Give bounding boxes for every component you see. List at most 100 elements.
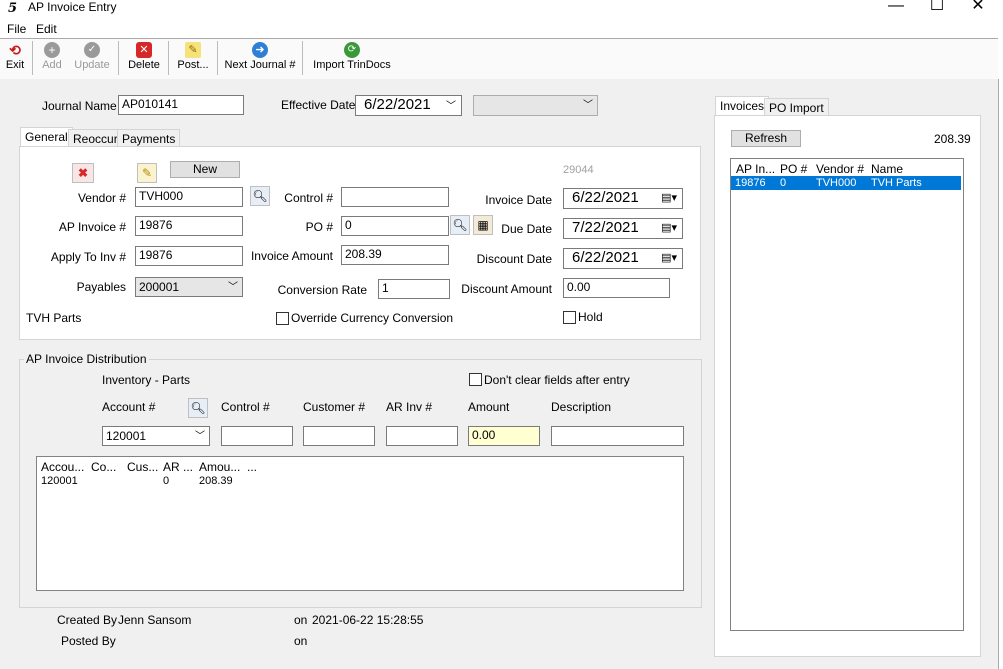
- apply-to-inv-input[interactable]: 19876: [135, 246, 243, 266]
- cell-ar-inv: 0: [163, 475, 170, 487]
- next-arrow-icon: ➜: [252, 42, 268, 58]
- payables-value: 200001: [139, 280, 180, 294]
- import-icon: ⟳: [344, 42, 360, 58]
- dist-control-input[interactable]: [221, 426, 293, 446]
- posted-by-label: Posted By: [61, 634, 116, 648]
- toolbar-separator: [118, 41, 119, 75]
- delete-button[interactable]: ✕ Delete: [126, 42, 162, 71]
- exit-button[interactable]: ⟲ Exit: [3, 42, 27, 71]
- distribution-title: AP Invoice Distribution: [24, 352, 149, 366]
- discount-date-label: Discount Date: [476, 252, 552, 266]
- next-journal-button[interactable]: ➜ Next Journal #: [224, 42, 296, 71]
- tab-invoices[interactable]: Invoices: [715, 96, 770, 116]
- window-scrollbar[interactable]: [998, 79, 1003, 669]
- conversion-rate-label: Conversion Rate: [277, 283, 367, 297]
- title-bar: [0, 0, 1003, 20]
- po-input[interactable]: 0: [341, 216, 449, 236]
- override-currency-checkbox[interactable]: [276, 312, 289, 325]
- discount-date-picker[interactable]: 6/22/2021 ▤▾: [563, 248, 683, 269]
- new-button[interactable]: New: [170, 161, 240, 178]
- table-row[interactable]: 19876 0 TVH000 TVH Parts: [731, 176, 961, 190]
- vendor-input[interactable]: TVH000: [135, 187, 243, 207]
- tab-payments[interactable]: Payments: [117, 129, 181, 147]
- journal-name-input[interactable]: AP010141: [118, 95, 244, 115]
- list-header-account[interactable]: Accou...: [41, 460, 84, 474]
- due-date-picker[interactable]: 7/22/2021 ▤▾: [563, 218, 683, 239]
- invoice-header-ap-inv[interactable]: AP In...: [736, 162, 775, 176]
- tab-general[interactable]: General: [20, 127, 73, 147]
- refresh-button[interactable]: Refresh: [731, 130, 801, 147]
- list-header-control[interactable]: Co...: [91, 460, 116, 474]
- po-search-icon[interactable]: 🔍︎: [450, 215, 470, 235]
- customer-label: Customer #: [303, 400, 366, 414]
- invoice-date-label: Invoice Date: [485, 193, 552, 207]
- invoices-list[interactable]: [730, 158, 964, 631]
- ar-inv-input[interactable]: [386, 426, 458, 446]
- dist-control-label: Control #: [221, 400, 270, 414]
- invoice-header-vendor[interactable]: Vendor #: [816, 162, 864, 176]
- window-title: AP Invoice Entry: [28, 0, 117, 14]
- tab-po-import[interactable]: PO Import: [764, 98, 829, 116]
- list-header-more[interactable]: ...: [247, 460, 257, 474]
- toolbar-separator: [302, 41, 303, 75]
- created-by-label: Created By: [57, 613, 118, 627]
- calendar-icon: ▤▾: [661, 192, 677, 204]
- override-currency-label: Override Currency Conversion: [291, 311, 454, 325]
- cell-name: TVH Parts: [871, 177, 922, 189]
- delete-label: Delete: [128, 59, 160, 71]
- discount-amount-input[interactable]: 0.00: [563, 278, 670, 298]
- update-button[interactable]: ✓ Update: [73, 42, 111, 71]
- due-date-value: 7/22/2021: [572, 219, 639, 236]
- close-button[interactable]: ✕: [958, 0, 998, 16]
- payables-combo[interactable]: 200001 ﹀: [135, 277, 243, 297]
- effective-date-value: 6/22/2021: [364, 96, 431, 113]
- list-header-amount[interactable]: Amou...: [199, 460, 240, 474]
- table-row[interactable]: 120001 0 208.39: [37, 474, 682, 489]
- discount-amount-label: Discount Amount: [461, 282, 552, 296]
- invoice-header-po[interactable]: PO #: [780, 162, 807, 176]
- tab-reoccur[interactable]: Reoccur: [68, 129, 123, 147]
- cell-account: 120001: [41, 475, 78, 487]
- list-header-customer[interactable]: Cus...: [127, 460, 158, 474]
- calendar-icon: ▤▾: [661, 252, 677, 264]
- list-header-ar-inv[interactable]: AR ...: [163, 460, 193, 474]
- description-input[interactable]: [551, 426, 684, 446]
- invoice-header-name[interactable]: Name: [871, 162, 903, 176]
- control-input[interactable]: [341, 187, 449, 207]
- toolbar-separator: [217, 41, 218, 75]
- calendar-icon: ▤▾: [661, 222, 677, 234]
- maximize-button[interactable]: ☐: [917, 0, 957, 16]
- conversion-rate-input[interactable]: 1: [378, 279, 450, 299]
- posted-on-label: on: [294, 634, 308, 648]
- account-search-icon[interactable]: 🔍︎: [188, 398, 208, 418]
- hold-label: Hold: [578, 310, 603, 324]
- add-button[interactable]: + Add: [38, 42, 66, 71]
- toolbar-separator: [32, 41, 33, 75]
- created-on-value: 2021-06-22 15:28:55: [312, 613, 424, 627]
- dont-clear-checkbox[interactable]: [469, 373, 482, 386]
- control-label: Control #: [284, 191, 333, 205]
- customer-input[interactable]: [303, 426, 375, 446]
- vendor-search-icon[interactable]: 🔍︎: [250, 186, 270, 206]
- exit-label: Exit: [5, 59, 25, 71]
- invoice-amount-input[interactable]: 208.39: [341, 245, 449, 265]
- clear-icon[interactable]: ✖: [72, 163, 94, 183]
- secondary-combo[interactable]: ﹀: [473, 95, 598, 116]
- hold-checkbox[interactable]: [563, 311, 576, 324]
- next-journal-label: Next Journal #: [224, 59, 296, 71]
- invoice-date-picker[interactable]: 6/22/2021 ▤▾: [563, 188, 683, 209]
- amount-input[interactable]: 0.00: [468, 426, 540, 446]
- post-button[interactable]: ✎ Post...: [175, 42, 211, 71]
- cell-vendor: TVH000: [816, 177, 857, 189]
- record-id: 29044: [563, 164, 594, 176]
- edit-icon[interactable]: ✎: [137, 163, 157, 183]
- import-trindocs-button[interactable]: ⟳ Import TrinDocs: [311, 42, 393, 71]
- menu-edit[interactable]: Edit: [36, 22, 57, 36]
- ar-inv-label: AR Inv #: [386, 400, 433, 414]
- menu-file[interactable]: File: [7, 22, 26, 36]
- minimize-button[interactable]: —: [876, 0, 916, 16]
- ap-invoice-input[interactable]: 19876: [135, 216, 243, 236]
- cell-po: 0: [780, 177, 787, 189]
- effective-date-picker[interactable]: 6/22/2021 ﹀: [355, 95, 462, 116]
- account-combo[interactable]: 120001 ﹀: [102, 426, 210, 446]
